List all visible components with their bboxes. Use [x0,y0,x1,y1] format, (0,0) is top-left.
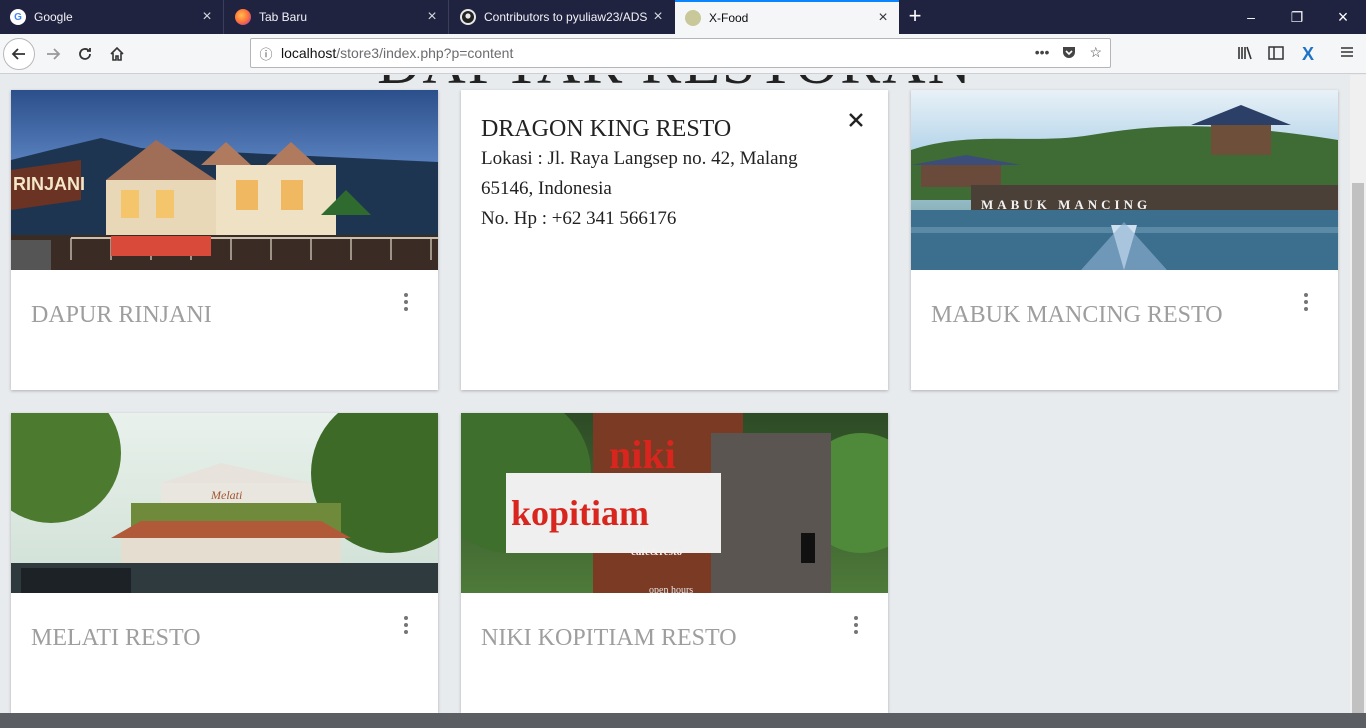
close-icon[interactable] [846,110,866,130]
site-icon [685,10,701,26]
card-body: MABUK MANCING RESTO [911,270,1338,390]
sign-text: cafe&resto [631,546,683,558]
github-icon [460,9,476,25]
restaurant-card[interactable]: Melati MELATI RESTO [11,413,438,713]
forward-arrow-icon [47,48,61,60]
menu-icon[interactable] [1337,44,1357,64]
sign-text: niki [609,432,676,477]
google-icon: G [10,9,26,25]
home-icon [110,46,124,61]
sign-text: MABUK MANCING [981,197,1151,212]
tab-x-food[interactable]: X-Food × [675,0,899,34]
card-title[interactable]: MABUK MANCING RESTO [931,302,1223,329]
restaurant-photo[interactable]: niki kopitiam cafe&resto open hours [461,413,888,593]
home-button[interactable] [101,38,133,70]
more-vert-icon[interactable] [396,290,416,314]
more-vert-icon[interactable] [396,613,416,637]
more-vert-icon[interactable] [846,613,866,637]
reload-icon [79,48,91,60]
reload-button[interactable] [69,38,101,70]
reveal-location: Lokasi : Jl. Raya Langsep no. 42, Malang [481,148,798,169]
card-body: DAPUR RINJANI [11,270,438,390]
tab-contributors[interactable]: Contributors to pyuliaw23/ADS × [450,0,674,34]
reveal-phone: No. Hp : +62 341 566176 [481,208,677,229]
restaurant-photo[interactable]: RINJANI [11,90,438,270]
extension-x-icon[interactable]: X [1298,44,1318,64]
more-vert-icon[interactable] [1296,290,1316,314]
page-viewport: DAFTAR RESTORAN RINJ [0,75,1350,713]
forward-button[interactable] [37,38,69,70]
sign-text: open hours [649,585,693,593]
pocket-icon[interactable] [1061,44,1077,63]
url-path: /store3/index.php?p=content [336,45,514,61]
close-icon[interactable]: × [424,9,440,25]
tab-title: Contributors to pyuliaw23/ADS [484,10,648,24]
card-body: MELATI RESTO [11,593,438,713]
page-actions-icon[interactable]: ••• [1035,44,1050,63]
card-title[interactable]: NIKI KOPITIAM RESTO [481,625,737,652]
card-title[interactable]: MELATI RESTO [31,625,201,652]
firefox-icon [235,9,251,25]
restaurant-photo[interactable]: MABUK MANCING [911,90,1338,270]
reveal-title: DRAGON KING RESTO [481,116,732,142]
nav-bar: ⓘ localhost/store3/index.php?p=content •… [0,34,1366,74]
restaurant-card[interactable]: niki kopitiam cafe&resto open hours NIKI… [461,413,888,713]
card-title[interactable]: DAPUR RINJANI [31,302,212,329]
bookmark-star-icon[interactable]: ☆ [1089,44,1102,63]
sign-text: kopitiam [511,493,649,533]
new-tab-button[interactable]: + [900,0,930,34]
tab-title: X-Food [709,11,749,25]
tab-baru[interactable]: Tab Baru × [225,0,449,34]
url-bar[interactable]: ⓘ localhost/store3/index.php?p=content •… [250,38,1111,68]
library-icon[interactable] [1235,44,1255,64]
back-arrow-icon [11,48,25,60]
tab-strip: G Google × Tab Baru × Contributors to py… [0,0,1366,34]
minimize-button[interactable]: – [1228,0,1274,34]
back-button[interactable] [3,38,35,70]
close-icon[interactable]: × [650,9,666,25]
info-icon[interactable]: ⓘ [251,44,281,63]
sign-text: Melati [210,488,242,502]
reveal-location-cont: 65146, Indonesia [481,178,612,199]
close-icon[interactable]: × [199,9,215,25]
close-icon[interactable]: × [875,10,891,26]
restaurant-card[interactable]: MABUK MANCING MABUK MANCING RESTO [911,90,1338,390]
restaurant-card[interactable]: RINJANI DAPUR RINJANI [11,90,438,390]
card-reveal: DRAGON KING RESTO Lokasi : Jl. Raya Lang… [461,90,888,390]
status-bar [0,713,1366,728]
vertical-scrollbar[interactable] [1350,75,1366,728]
restore-button[interactable]: ❐ [1274,0,1320,34]
restaurant-photo[interactable]: Melati [11,413,438,593]
close-window-button[interactable]: × [1320,0,1366,34]
tab-google[interactable]: G Google × [0,0,224,34]
tab-title: Google [34,10,73,24]
scrollbar-thumb[interactable] [1352,183,1364,728]
url-host: localhost [281,45,337,61]
sign-text: RINJANI [13,174,85,194]
card-body: NIKI KOPITIAM RESTO [461,593,888,713]
sidebar-icon[interactable] [1266,44,1286,64]
tab-title: Tab Baru [259,10,308,24]
